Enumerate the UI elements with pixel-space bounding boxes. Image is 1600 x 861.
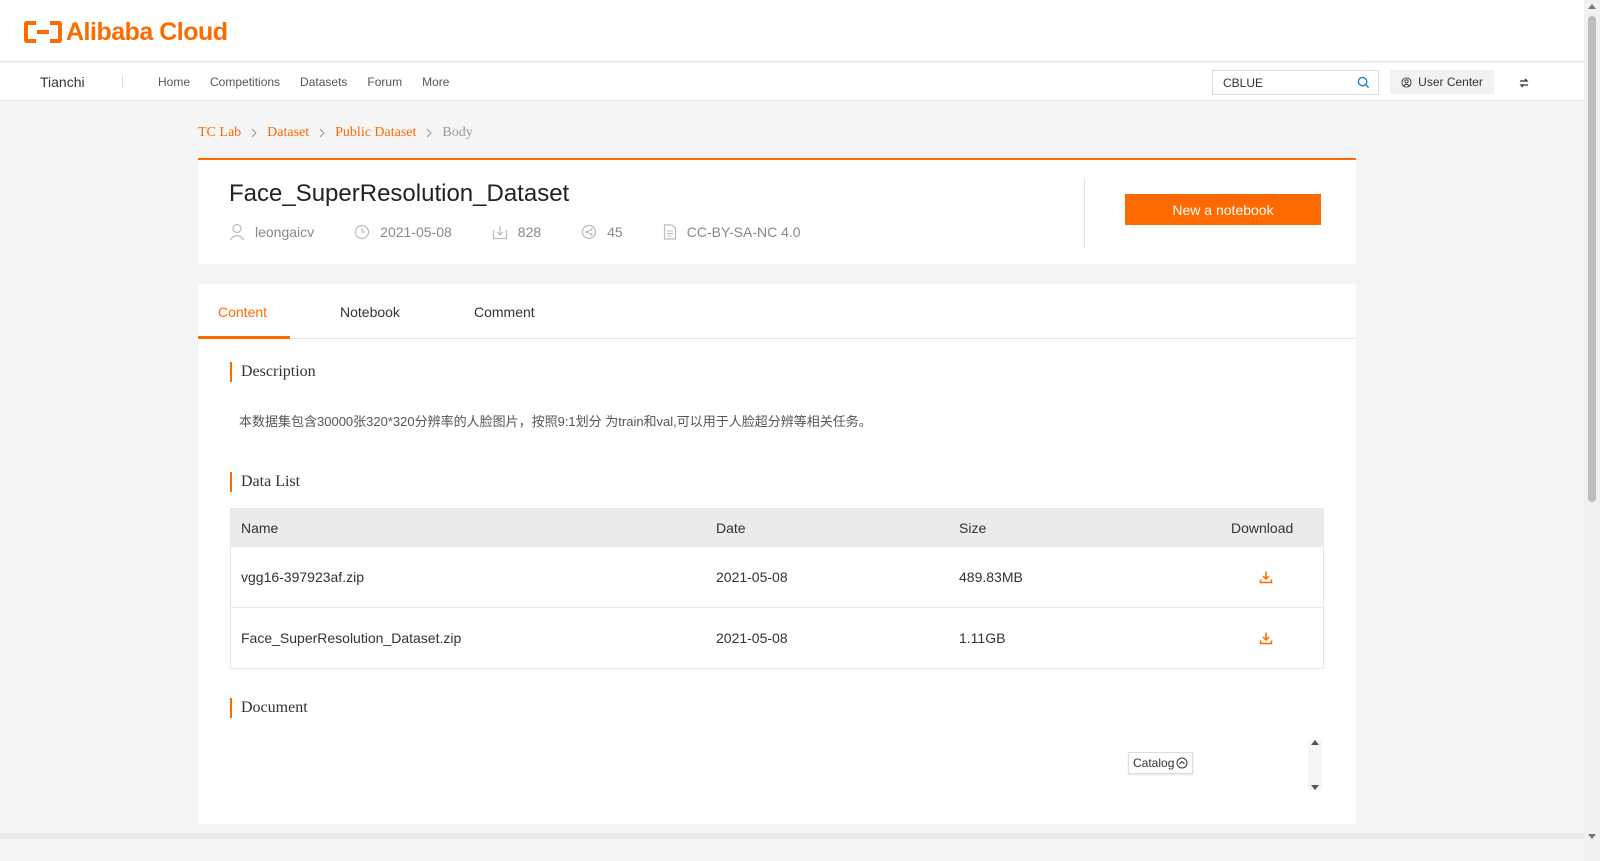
table-row: Face_SuperResolution_Dataset.zip 2021-05… (231, 607, 1323, 668)
search-box (1212, 70, 1379, 95)
chevron-up-circle-icon (1176, 757, 1188, 769)
license-text: CC-BY-SA-NC 4.0 (686, 224, 801, 240)
file-name: vgg16-397923af.zip (241, 569, 364, 585)
author-name[interactable]: leongaicv (255, 224, 314, 240)
tab-content[interactable]: Content (218, 304, 267, 320)
nav-link-forum[interactable]: Forum (367, 75, 402, 89)
data-list-title: Data List (241, 473, 301, 490)
header-name: Name (241, 519, 279, 536)
active-tab-indicator (198, 336, 290, 339)
chevron-right-icon (251, 128, 257, 138)
search-input[interactable] (1213, 71, 1343, 94)
chevron-right-icon (427, 128, 433, 138)
scroll-up-arrow-icon[interactable] (1588, 4, 1596, 9)
document-area: Catalog (230, 734, 1324, 824)
table-header: Name Date Size Download (231, 509, 1323, 546)
breadcrumb-public-dataset[interactable]: Public Dataset (335, 125, 416, 141)
nav-link-competitions[interactable]: Competitions (210, 75, 280, 89)
file-size: 489.83MB (959, 569, 1023, 585)
header-download: Download (1231, 519, 1294, 536)
download-icon[interactable] (1259, 631, 1273, 645)
chevron-right-icon (319, 128, 325, 138)
document-scrollbar[interactable] (1308, 740, 1322, 790)
section-data-list: Data List (230, 472, 300, 492)
logo-text: Alibaba Cloud (66, 17, 228, 46)
download-count-icon (492, 226, 507, 240)
dataset-title: Face_SuperResolution_Dataset (229, 180, 570, 207)
section-description: Description (230, 362, 316, 382)
document-icon (663, 224, 676, 240)
table-row: vgg16-397923af.zip 2021-05-08 489.83MB (231, 546, 1323, 607)
scroll-up-arrow-icon[interactable] (1311, 740, 1319, 745)
meta-downloads: 828 (492, 224, 541, 240)
file-name: Face_SuperResolution_Dataset.zip (241, 630, 462, 646)
user-icon (229, 223, 245, 241)
breadcrumb-tc-lab[interactable]: TC Lab (198, 125, 241, 141)
download-count: 828 (517, 224, 542, 240)
header-date: Date (716, 519, 746, 536)
document-title: Document (241, 699, 308, 716)
catalog-label: Catalog (1133, 756, 1175, 770)
user-center-label: User Center (1418, 75, 1483, 89)
header-divider (1084, 178, 1085, 248)
switch-icon[interactable] (1517, 76, 1531, 90)
brand-bar: Alibaba Cloud (0, 0, 1584, 62)
nav-bar: Tianchi Home Competitions Datasets Forum… (0, 63, 1584, 101)
catalog-button[interactable]: Catalog (1128, 752, 1194, 774)
search-icon[interactable] (1357, 76, 1370, 89)
nav-link-home[interactable]: Home (158, 75, 190, 89)
meta-date: 2021-05-08 (354, 224, 452, 240)
content-card: Content Notebook Comment Description 本数据… (198, 284, 1356, 824)
user-center-button[interactable]: User Center (1390, 70, 1494, 94)
nav-brand-tianchi[interactable]: Tianchi (40, 74, 85, 90)
file-date: 2021-05-08 (716, 630, 788, 646)
new-notebook-button[interactable]: New a notebook (1125, 194, 1321, 225)
dataset-meta: leongaicv 2021-05-08 828 45 CC-BY-SA-NC … (229, 223, 841, 241)
alibaba-cloud-logo[interactable]: Alibaba Cloud (24, 17, 228, 46)
scroll-down-arrow-icon[interactable] (1588, 834, 1596, 839)
share-count: 45 (607, 224, 623, 240)
section-document: Document (230, 698, 308, 718)
tab-bar: Content Notebook Comment (198, 284, 1356, 339)
file-size: 1.11GB (959, 630, 1006, 646)
header-size: Size (959, 519, 987, 536)
dataset-date: 2021-05-08 (380, 224, 452, 240)
nav-link-more[interactable]: More (422, 75, 449, 89)
description-text: 本数据集包含30000张320*320分辨率的人脸图片，按照9:1划分 为tra… (239, 414, 872, 429)
share-icon (582, 224, 597, 240)
meta-shares: 45 (581, 224, 623, 240)
clock-icon (355, 224, 370, 240)
breadcrumb: TC Lab Dataset Public Dataset Body (198, 125, 473, 141)
scrollbar-thumb[interactable] (1588, 16, 1596, 502)
data-list-table: Name Date Size Download vgg16-397923af.z… (230, 508, 1324, 669)
horizontal-scrollbar[interactable] (0, 833, 1584, 839)
page-scrollbar[interactable] (1584, 0, 1600, 861)
nav-links: Home Competitions Datasets Forum More (158, 75, 469, 89)
file-date: 2021-05-08 (716, 569, 788, 585)
nav-link-datasets[interactable]: Datasets (300, 75, 347, 89)
meta-author: leongaicv (229, 223, 314, 241)
scroll-down-arrow-icon[interactable] (1311, 785, 1319, 790)
alibaba-logo-icon (24, 21, 62, 43)
breadcrumb-dataset[interactable]: Dataset (267, 125, 309, 141)
breadcrumb-current: Body (442, 125, 473, 140)
nav-divider (122, 75, 123, 89)
download-icon[interactable] (1259, 570, 1273, 584)
tab-comment[interactable]: Comment (474, 304, 535, 320)
tab-notebook[interactable]: Notebook (340, 304, 400, 320)
dataset-header-card: Face_SuperResolution_Dataset leongaicv 2… (198, 158, 1356, 264)
user-icon (1401, 76, 1412, 88)
meta-license: CC-BY-SA-NC 4.0 (663, 224, 801, 240)
description-title: Description (241, 363, 316, 380)
